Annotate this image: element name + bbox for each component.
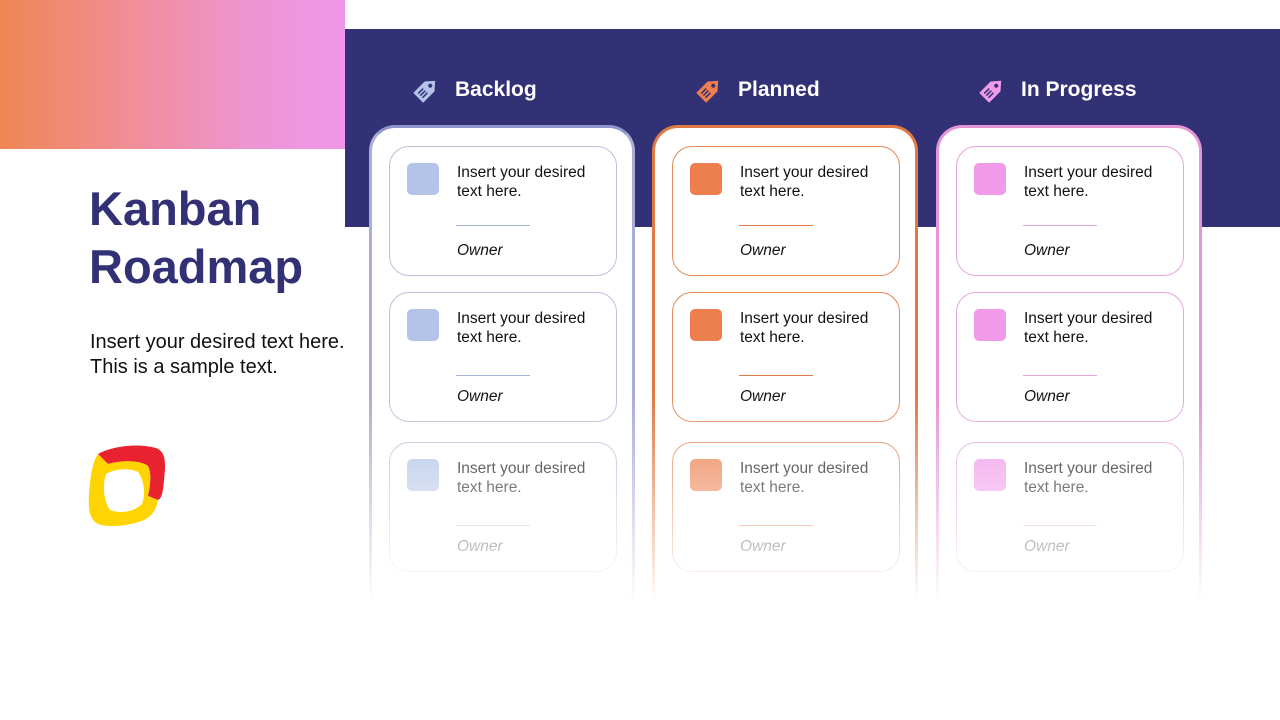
card-text: Insert your desired text here. (457, 460, 586, 496)
column-title: Backlog (455, 78, 537, 101)
column-title: Planned (738, 78, 820, 101)
status-swatch (690, 309, 722, 341)
card-owner: Owner (457, 242, 503, 259)
card-text: Insert your desired text here. (1024, 460, 1153, 496)
card-text: Insert your desired text here. (457, 310, 586, 346)
status-swatch (690, 163, 722, 195)
divider (1023, 525, 1097, 526)
card-owner: Owner (740, 538, 786, 555)
card-owner: Owner (457, 388, 503, 405)
tag-icon (696, 80, 719, 103)
card-text: Insert your desired text here. (1024, 164, 1153, 200)
column-title: In Progress (1021, 78, 1137, 101)
card-owner: Owner (740, 388, 786, 405)
corner-gradient-block (0, 0, 345, 149)
status-swatch (407, 309, 439, 341)
slide-title-line-2: Roadmap (89, 240, 304, 293)
status-swatch (407, 163, 439, 195)
divider (456, 525, 530, 526)
divider (739, 225, 813, 226)
card-text: Insert your desired text here. (1024, 310, 1153, 346)
status-swatch (974, 163, 1006, 195)
card-text: Insert your desired text here. (740, 164, 869, 200)
card-owner: Owner (1024, 538, 1070, 555)
tag-icon (979, 80, 1002, 103)
kanban-card[interactable]: Insert your desired text here. Owner (672, 146, 900, 276)
divider (739, 375, 813, 376)
slide-title: Kanban Roadmap (89, 180, 339, 296)
slide-description: Insert your desired text here. This is a… (90, 331, 345, 378)
kanban-card[interactable]: Insert your desired text here. Owner (389, 292, 617, 422)
card-owner: Owner (1024, 242, 1070, 259)
card-text: Insert your desired text here. (457, 164, 586, 200)
divider (1023, 375, 1097, 376)
kanban-card[interactable]: Insert your desired text here. Owner (956, 146, 1184, 276)
slide-title-line-1: Kanban (89, 182, 262, 235)
column-header-in-progress: In Progress (975, 70, 1137, 110)
card-owner: Owner (1024, 388, 1070, 405)
kanban-card[interactable]: Insert your desired text here. Owner (956, 292, 1184, 422)
kanban-card[interactable]: Insert your desired text here. Owner (389, 146, 617, 276)
kanban-card[interactable]: Insert your desired text here. Owner (672, 292, 900, 422)
kanban-card[interactable]: Insert your desired text here. Owner (389, 442, 617, 572)
card-owner: Owner (740, 242, 786, 259)
kanban-card[interactable]: Insert your desired text here. Owner (672, 442, 900, 572)
divider (456, 225, 530, 226)
divider (1023, 225, 1097, 226)
card-text: Insert your desired text here. (740, 460, 869, 496)
divider (739, 525, 813, 526)
column-planned: Insert your desired text here. Owner Ins… (651, 125, 919, 615)
column-backlog: Insert your desired text here. Owner Ins… (368, 125, 636, 615)
logo-mark-icon (88, 445, 166, 527)
kanban-card[interactable]: Insert your desired text here. Owner (956, 442, 1184, 572)
card-text: Insert your desired text here. (740, 310, 869, 346)
column-header-planned: Planned (692, 70, 820, 110)
card-owner: Owner (457, 538, 503, 555)
status-swatch (974, 459, 1006, 491)
column-header-backlog: Backlog (409, 70, 537, 110)
status-swatch (690, 459, 722, 491)
divider (456, 375, 530, 376)
tag-icon (413, 80, 436, 103)
status-swatch (407, 459, 439, 491)
column-in-progress: Insert your desired text here. Owner Ins… (935, 125, 1203, 615)
status-swatch (974, 309, 1006, 341)
